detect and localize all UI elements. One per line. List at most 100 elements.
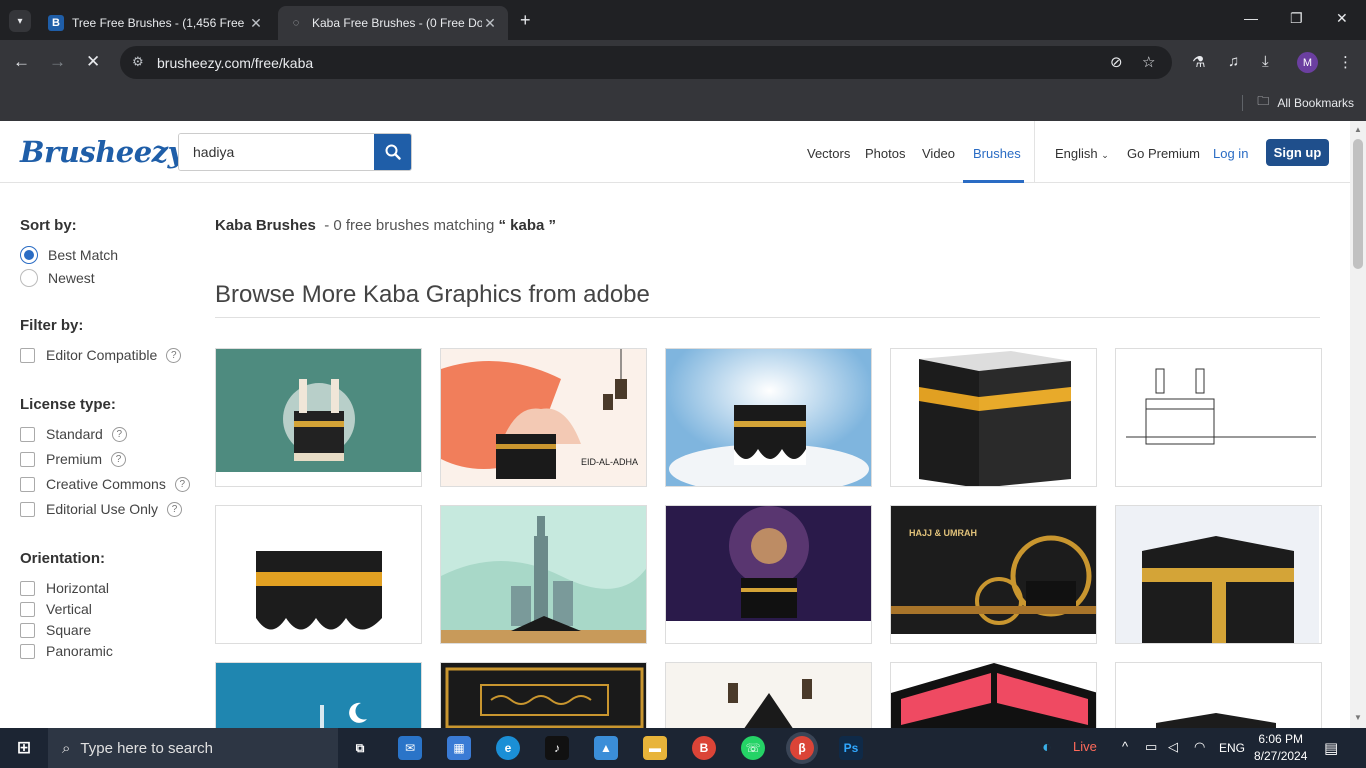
help-icon[interactable]: ?	[111, 451, 127, 467]
image-card[interactable]	[1115, 662, 1322, 728]
nav-brushes[interactable]: Brushes	[973, 146, 1021, 161]
image-card[interactable]	[215, 505, 422, 644]
nav-vectors[interactable]: Vectors	[807, 146, 850, 161]
radio-selected[interactable]	[20, 246, 38, 264]
license-premium[interactable]: Premium?	[20, 451, 127, 467]
page-scrollbar[interactable]: ▲ ▼	[1350, 121, 1366, 728]
checkbox[interactable]	[20, 622, 35, 638]
mail-icon[interactable]: ✉	[398, 736, 422, 760]
photoshop-icon[interactable]: Ps	[839, 736, 863, 760]
checkbox[interactable]	[20, 501, 35, 517]
taskbar-clock[interactable]: 6:06 PM 8/27/2024	[1254, 731, 1307, 765]
nav-video[interactable]: Video	[922, 146, 955, 161]
image-card[interactable]	[890, 662, 1097, 728]
filter-editor-compatible[interactable]: Editor Compatible?	[20, 347, 182, 363]
wifi-icon[interactable]: ◠	[1194, 739, 1205, 755]
new-tab-icon[interactable]: +	[520, 10, 531, 31]
license-creative-commons[interactable]: Creative Commons?	[20, 476, 190, 492]
license-editorial-use-only[interactable]: Editorial Use Only?	[20, 501, 183, 517]
tracking-protection-icon[interactable]: ⊘	[1110, 53, 1123, 71]
close-tab-icon[interactable]: ✕	[248, 15, 264, 32]
search-input[interactable]	[179, 134, 374, 170]
whatsapp-icon[interactable]: ☏	[741, 736, 765, 760]
download-icon[interactable]: ⤓	[1262, 53, 1269, 70]
orientation-horizontal[interactable]: Horizontal	[20, 580, 109, 596]
chrome-beta-icon[interactable]: β	[790, 736, 814, 760]
image-card[interactable]	[665, 505, 872, 644]
scroll-down-icon[interactable]: ▼	[1354, 713, 1362, 722]
address-bar[interactable]: ⚙ brusheezy.com/free/kaba ⊘ ☆	[120, 46, 1172, 79]
image-card[interactable]	[1115, 505, 1322, 644]
battery-icon[interactable]: ▭	[1145, 739, 1157, 755]
checkbox[interactable]	[20, 601, 35, 617]
checkbox[interactable]	[20, 580, 35, 596]
login-link[interactable]: Log in	[1213, 146, 1248, 161]
menu-icon[interactable]: ⋮	[1338, 53, 1353, 71]
weather-label[interactable]: Live	[1073, 739, 1097, 754]
scrollbar-thumb[interactable]	[1353, 139, 1363, 269]
sort-newest[interactable]: Newest	[20, 269, 95, 287]
image-card[interactable]	[440, 505, 647, 644]
brusheezy-logo[interactable]: Brusheezy	[20, 135, 185, 169]
chrome-icon[interactable]: B	[692, 736, 716, 760]
checkbox[interactable]	[20, 643, 35, 659]
signup-button[interactable]: Sign up	[1266, 139, 1329, 166]
image-card[interactable]	[440, 662, 647, 728]
labs-icon[interactable]: ⚗	[1192, 53, 1205, 71]
stop-loading-icon[interactable]: ✕	[86, 52, 100, 72]
orientation-square[interactable]: Square	[20, 622, 91, 638]
help-icon[interactable]: ?	[111, 426, 127, 442]
checkbox[interactable]	[20, 476, 35, 492]
help-icon[interactable]: ?	[166, 347, 182, 363]
nav-photos[interactable]: Photos	[865, 146, 905, 161]
language-selector[interactable]: English ⌄	[1055, 146, 1109, 161]
edge-icon[interactable]: e	[496, 736, 520, 760]
license-standard[interactable]: Standard?	[20, 426, 127, 442]
image-card[interactable]: HAJJ & UMRAH	[890, 505, 1097, 644]
volume-icon[interactable]: ◁	[1168, 739, 1178, 755]
image-card[interactable]: EID-AL-ADHA	[440, 348, 647, 487]
go-premium-link[interactable]: Go Premium	[1127, 146, 1200, 161]
tiktok-icon[interactable]: ♪	[545, 736, 569, 760]
file-explorer-icon[interactable]: ▬	[643, 736, 667, 760]
notifications-icon[interactable]: ▤	[1324, 739, 1338, 757]
radio-unselected[interactable]	[20, 269, 38, 287]
all-bookmarks-button[interactable]: 🗀 All Bookmarks	[1242, 92, 1354, 113]
bookmark-star-icon[interactable]: ☆	[1142, 53, 1155, 71]
sort-best-match[interactable]: Best Match	[20, 246, 118, 264]
chevron-up-icon[interactable]: ^	[1122, 739, 1128, 754]
photos-icon[interactable]: ▲	[594, 736, 618, 760]
help-icon[interactable]: ?	[174, 476, 190, 492]
taskbar-search[interactable]: ⌕ Type here to search	[48, 728, 338, 768]
tab-kaba-free-brushes[interactable]: ◌ Kaba Free Brushes - (0 Free Downloads)…	[278, 6, 508, 40]
store-icon[interactable]: ▦	[447, 736, 471, 760]
image-card[interactable]	[665, 348, 872, 487]
close-window-icon[interactable]: ✕	[1336, 10, 1348, 27]
windows-start-icon[interactable]: ⊞	[12, 736, 36, 760]
scroll-up-icon[interactable]: ▲	[1354, 125, 1362, 134]
site-info-icon[interactable]: ⚙	[132, 54, 144, 70]
forward-icon[interactable]: →	[49, 52, 66, 72]
orientation-vertical[interactable]: Vertical	[20, 601, 92, 617]
minimize-icon[interactable]: —	[1244, 10, 1258, 26]
orientation-panoramic[interactable]: Panoramic	[20, 643, 113, 659]
image-card[interactable]	[890, 348, 1097, 487]
search-button[interactable]	[374, 134, 411, 170]
image-card[interactable]	[215, 662, 422, 728]
help-icon[interactable]: ?	[167, 501, 183, 517]
checkbox[interactable]	[20, 347, 35, 363]
weather-icon[interactable]: ◐	[1042, 739, 1052, 757]
tab-tree-free-brushes[interactable]: B Tree Free Brushes - (1,456 Free Downlo…	[38, 6, 274, 40]
tab-search-button[interactable]: ▾	[9, 10, 31, 32]
input-language[interactable]: ENG	[1219, 741, 1245, 755]
profile-avatar[interactable]: M	[1297, 52, 1318, 73]
image-card[interactable]	[1115, 348, 1322, 487]
image-card[interactable]	[215, 348, 422, 487]
back-icon[interactable]: ←	[13, 52, 30, 72]
close-tab-icon[interactable]: ✕	[482, 15, 498, 32]
media-control-icon[interactable]: ♫	[1228, 53, 1239, 70]
checkbox[interactable]	[20, 426, 35, 442]
task-view-icon[interactable]: ⧉	[348, 736, 372, 760]
restore-icon[interactable]: ❐	[1290, 10, 1303, 27]
checkbox[interactable]	[20, 451, 35, 467]
